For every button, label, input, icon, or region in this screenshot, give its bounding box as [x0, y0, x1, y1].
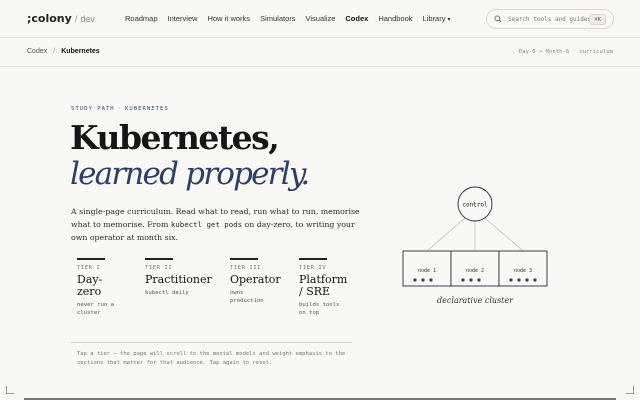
tier-2-button[interactable]: TIER II Practitioner kubectl daily: [145, 258, 215, 297]
pod-dot: [429, 278, 433, 282]
tier-desc: never run a cluster: [77, 301, 115, 316]
search-input[interactable]: Search tools and guides ⌘K: [486, 9, 614, 29]
tier-name: Practitioner: [145, 272, 212, 286]
tier-desc: builds tools on top: [299, 301, 340, 316]
diagram-link-1: [427, 217, 466, 251]
brand-logo[interactable]: ;colony / dev: [27, 12, 95, 25]
node-2-label: node 2: [466, 268, 484, 274]
nav-item-roadmap[interactable]: Roadmap: [125, 14, 158, 23]
pod-dot: [525, 278, 529, 282]
nav-item-visualize[interactable]: Visualize: [306, 14, 336, 23]
nav-item-handbook[interactable]: Handbook: [378, 14, 412, 23]
pod-dot: [413, 278, 417, 282]
cluster-diagram: control node 1 node 2 node 3 declarative…: [402, 186, 548, 305]
main-nav: Roadmap Interview How it works Simulator…: [125, 14, 460, 23]
page-title: Kubernetes,: [70, 118, 280, 157]
node-3-label: node 3: [514, 268, 532, 274]
pod-dot: [461, 278, 465, 282]
nav-item-interview[interactable]: Interview: [168, 14, 198, 23]
top-nav-bar: ;colony / dev Roadmap Interview How it wor…: [0, 0, 640, 38]
tier-help-note: Tap a tier — the page will scroll to the…: [71, 342, 352, 370]
breadcrumb: Codex / Kubernetes: [27, 48, 100, 55]
tier-label: TIER III: [230, 264, 261, 271]
breadcrumb-separator: /: [53, 48, 56, 55]
tier-bar: [77, 258, 105, 260]
eyebrow-dot: ·: [117, 106, 123, 112]
tier-name: Day-zero: [77, 272, 103, 298]
breadcrumb-codex[interactable]: Codex: [27, 48, 47, 55]
tier-desc: owns production: [230, 289, 264, 304]
tier-desc: kubectl daily: [145, 289, 189, 296]
eyebrow: STUDY PATH · KUBERNETES: [71, 106, 169, 112]
brand-slash: /: [74, 14, 78, 24]
tier-label: TIER II: [145, 264, 173, 271]
nav-item-how-it-works[interactable]: How it works: [208, 14, 251, 23]
nav-item-library-label: Library: [422, 14, 446, 23]
control-label: control: [462, 202, 488, 209]
eyebrow-study-path: STUDY PATH: [71, 106, 115, 112]
tier-bar: [230, 258, 258, 260]
curriculum-range: Day-0 → Month-6 · curriculum: [518, 49, 613, 55]
nav-item-library[interactable]: Library ▾: [423, 14, 451, 23]
lede-paragraph: A single-page curriculum. Read what to r…: [71, 205, 361, 244]
pod-dot: [509, 278, 513, 282]
breadcrumb-bar: Codex / Kubernetes Day-0 → Month-6 · curri…: [0, 38, 640, 67]
lede-code: kubectl get pods: [170, 220, 243, 229]
frame-corner-bl: [6, 386, 14, 394]
search-icon: [494, 10, 502, 28]
pod-dot: [469, 278, 473, 282]
tier-label: TIER I: [77, 264, 101, 271]
pod-dot: [477, 278, 481, 282]
breadcrumb-current: Kubernetes: [61, 48, 100, 55]
tier-name: Operator: [230, 272, 281, 286]
tier-4-button[interactable]: TIER IV Platform / SRE builds tools on t…: [299, 258, 357, 317]
frame-corner-br: [626, 386, 634, 394]
tier-bar: [299, 258, 327, 260]
diagram-link-3: [484, 217, 523, 251]
pod-dot: [421, 278, 425, 282]
diagram-caption: declarative cluster: [437, 296, 514, 305]
tier-label: TIER IV: [299, 264, 327, 271]
eyebrow-topic: KUBERNETES: [125, 106, 169, 112]
tier-name: Platform / SRE: [299, 272, 348, 298]
brand-sub: dev: [80, 14, 95, 24]
search-placeholder: Search tools and guides: [508, 15, 592, 23]
node-1-label: node 1: [418, 268, 436, 274]
tier-3-button[interactable]: TIER III Operator owns production: [230, 258, 288, 305]
tier-bar: [145, 258, 173, 260]
nav-item-simulators[interactable]: Simulators: [260, 14, 295, 23]
nav-item-codex[interactable]: Codex: [345, 14, 368, 23]
brand-name: ;colony: [27, 12, 72, 25]
tier-1-button[interactable]: TIER I Day-zero never run a cluster: [77, 258, 135, 317]
chevron-down-icon: ▾: [447, 17, 451, 23]
pod-dot: [517, 278, 521, 282]
page-title-italic: learned properly.: [70, 156, 310, 192]
search-shortcut-badge: ⌘K: [589, 14, 606, 25]
pod-dot: [533, 278, 537, 282]
